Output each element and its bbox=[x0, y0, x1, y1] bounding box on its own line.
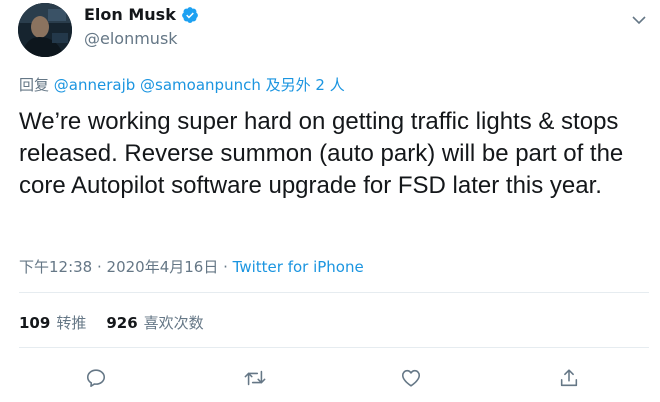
like-button[interactable] bbox=[395, 362, 427, 394]
avatar-image bbox=[18, 3, 72, 57]
avatar[interactable] bbox=[18, 3, 72, 57]
reply-prefix: 回复 bbox=[19, 76, 54, 94]
retweets-stat[interactable]: 109 转推 bbox=[19, 312, 86, 333]
verified-badge-icon bbox=[181, 6, 199, 24]
reply-mention-samoanpunch[interactable]: @samoanpunch bbox=[140, 76, 261, 94]
author-display-name[interactable]: Elon Musk bbox=[84, 5, 176, 24]
reply-mention-annerajb[interactable]: @annerajb bbox=[54, 76, 135, 94]
tweet-actions bbox=[0, 360, 660, 396]
share-button[interactable] bbox=[553, 362, 585, 394]
share-icon bbox=[560, 369, 578, 387]
divider bbox=[19, 292, 649, 293]
author-name-row[interactable]: Elon Musk bbox=[84, 5, 199, 24]
reply-icon bbox=[86, 369, 106, 388]
retweets-count: 109 bbox=[19, 314, 51, 332]
tweet-meta: 下午12:38 · 2020年4月16日 · Twitter for iPhon… bbox=[19, 256, 364, 277]
divider bbox=[19, 347, 649, 348]
tweet-text: We’re working super hard on getting traf… bbox=[19, 108, 630, 199]
author-handle[interactable]: @elonmusk bbox=[84, 29, 178, 48]
likes-count: 926 bbox=[106, 314, 138, 332]
likes-label: 喜欢次数 bbox=[143, 314, 204, 332]
meta-separator: · bbox=[218, 258, 233, 276]
tweet-source-link[interactable]: Twitter for iPhone bbox=[233, 258, 364, 276]
retweets-label: 转推 bbox=[56, 314, 87, 332]
likes-stat[interactable]: 926 喜欢次数 bbox=[106, 312, 203, 333]
tweet-timestamp[interactable]: 下午12:38 · 2020年4月16日 bbox=[19, 258, 218, 276]
retweet-icon bbox=[244, 370, 266, 386]
tweet-card: Elon Musk @elonmusk 回复 @annerajb @samoan… bbox=[0, 0, 660, 402]
reply-button[interactable] bbox=[80, 362, 112, 394]
tweet-options-chevron-icon[interactable] bbox=[627, 8, 651, 32]
like-icon bbox=[401, 369, 421, 387]
reply-others-link[interactable]: 及另外 2 人 bbox=[266, 76, 345, 94]
retweet-button[interactable] bbox=[239, 362, 271, 394]
tweet-stats: 109 转推 926 喜欢次数 bbox=[19, 312, 204, 333]
reply-context: 回复 @annerajb @samoanpunch 及另外 2 人 bbox=[19, 74, 345, 95]
